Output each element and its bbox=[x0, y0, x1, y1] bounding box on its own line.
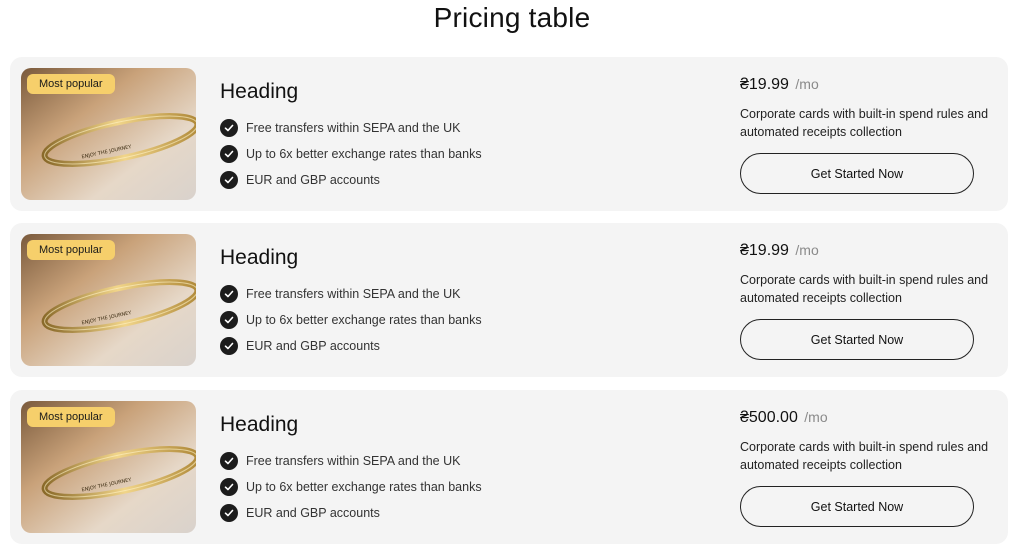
price: ₴19.99 /mo bbox=[740, 239, 819, 262]
plan-description: Corporate cards with built-in spend rule… bbox=[740, 273, 989, 305]
card-heading: Heading bbox=[220, 246, 299, 269]
get-started-button[interactable]: Get Started Now bbox=[740, 153, 974, 194]
pricing-card: ENJOY THE JOURNEY Most popular Heading F… bbox=[10, 223, 1008, 377]
feature-item: Up to 6x better exchange rates than bank… bbox=[220, 474, 482, 500]
most-popular-badge: Most popular bbox=[27, 407, 115, 427]
product-image: ENJOY THE JOURNEY Most popular bbox=[21, 234, 196, 366]
card-heading: Heading bbox=[220, 80, 299, 103]
pricing-card: ENJOY THE JOURNEY Most popular Heading F… bbox=[10, 57, 1008, 211]
feature-text: EUR and GBP accounts bbox=[246, 339, 380, 353]
check-icon bbox=[220, 452, 238, 470]
feature-text: Up to 6x better exchange rates than bank… bbox=[246, 480, 482, 494]
pricing-card: ENJOY THE JOURNEY Most popular Heading F… bbox=[10, 390, 1008, 544]
feature-text: EUR and GBP accounts bbox=[246, 506, 380, 520]
feature-item: Free transfers within SEPA and the UK bbox=[220, 115, 482, 141]
feature-list: Free transfers within SEPA and the UK Up… bbox=[220, 448, 482, 526]
check-icon bbox=[220, 504, 238, 522]
feature-item: Up to 6x better exchange rates than bank… bbox=[220, 141, 482, 167]
feature-text: Free transfers within SEPA and the UK bbox=[246, 454, 461, 468]
price-amount: ₴19.99 bbox=[740, 76, 789, 93]
plan-description: Corporate cards with built-in spend rule… bbox=[740, 107, 989, 139]
feature-list: Free transfers within SEPA and the UK Up… bbox=[220, 281, 482, 359]
feature-item: EUR and GBP accounts bbox=[220, 500, 482, 526]
price: ₴19.99 /mo bbox=[740, 73, 819, 96]
price-period: /mo bbox=[795, 242, 819, 258]
feature-item: EUR and GBP accounts bbox=[220, 333, 482, 359]
most-popular-badge: Most popular bbox=[27, 240, 115, 260]
price-amount: ₴500.00 bbox=[740, 409, 798, 426]
most-popular-badge: Most popular bbox=[27, 74, 115, 94]
get-started-button[interactable]: Get Started Now bbox=[740, 486, 974, 527]
feature-text: Up to 6x better exchange rates than bank… bbox=[246, 313, 482, 327]
price-amount: ₴19.99 bbox=[740, 242, 789, 259]
price: ₴500.00 /mo bbox=[740, 406, 828, 429]
check-icon bbox=[220, 285, 238, 303]
feature-text: Free transfers within SEPA and the UK bbox=[246, 287, 461, 301]
card-heading: Heading bbox=[220, 413, 299, 436]
plan-description: Corporate cards with built-in spend rule… bbox=[740, 440, 989, 472]
check-icon bbox=[220, 171, 238, 189]
price-period: /mo bbox=[804, 409, 828, 425]
page-title: Pricing table bbox=[433, 2, 591, 33]
price-period: /mo bbox=[795, 76, 819, 92]
check-icon bbox=[220, 311, 238, 329]
feature-text: Up to 6x better exchange rates than bank… bbox=[246, 147, 482, 161]
feature-list: Free transfers within SEPA and the UK Up… bbox=[220, 115, 482, 193]
product-image: ENJOY THE JOURNEY Most popular bbox=[21, 401, 196, 533]
feature-item: Free transfers within SEPA and the UK bbox=[220, 448, 482, 474]
product-image: ENJOY THE JOURNEY Most popular bbox=[21, 68, 196, 200]
check-icon bbox=[220, 145, 238, 163]
feature-item: EUR and GBP accounts bbox=[220, 167, 482, 193]
check-icon bbox=[220, 337, 238, 355]
check-icon bbox=[220, 478, 238, 496]
feature-item: Free transfers within SEPA and the UK bbox=[220, 281, 482, 307]
feature-item: Up to 6x better exchange rates than bank… bbox=[220, 307, 482, 333]
feature-text: EUR and GBP accounts bbox=[246, 173, 380, 187]
check-icon bbox=[220, 119, 238, 137]
get-started-button[interactable]: Get Started Now bbox=[740, 319, 974, 360]
feature-text: Free transfers within SEPA and the UK bbox=[246, 121, 461, 135]
